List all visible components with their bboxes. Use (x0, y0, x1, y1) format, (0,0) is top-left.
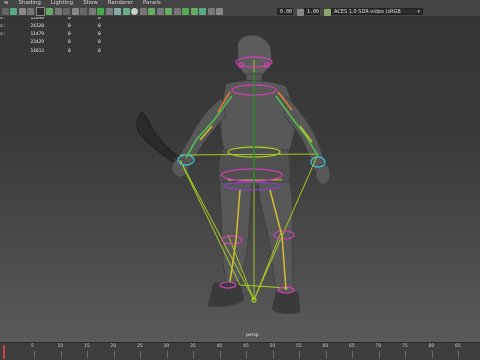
timeline-tick-label: 85 (455, 344, 461, 349)
depth-of-field-icon[interactable] (173, 8, 181, 15)
timeline-tick-label: 20 (110, 344, 117, 349)
timeline-tick (34, 351, 35, 359)
grid-icon[interactable] (35, 7, 45, 16)
timeline-tick (60, 351, 62, 359)
timeline-tick-label: 60 (322, 344, 329, 349)
timeline-tick (378, 351, 380, 359)
menu-item-lighting[interactable]: Lighting (51, 0, 73, 7)
timeline-tick-label: 55 (296, 344, 302, 349)
menu-item-renderer[interactable]: Renderer (108, 0, 133, 7)
timeline-tick-label: 80 (428, 344, 435, 349)
film-gate-icon[interactable] (46, 8, 53, 15)
timeline-tick (325, 351, 327, 359)
gamma-field[interactable]: 1.00 (304, 8, 320, 15)
color-management-dropdown[interactable]: ACES 1.0 SDR-video (sRGB ▾ (331, 8, 423, 15)
xray-joints-icon[interactable] (199, 8, 206, 15)
panel-menu-bar: w Shading Lighting Show Renderer Panels (0, 0, 480, 7)
timeline-tick (166, 351, 168, 359)
color-management-value: ACES 1.0 SDR-video (sRGB (334, 9, 401, 15)
timeline-tick (431, 351, 433, 359)
menu-item-show[interactable]: Show (83, 0, 98, 7)
timeline-tick (246, 351, 247, 359)
resolution-gate-icon[interactable] (54, 8, 62, 15)
lights-icon[interactable] (131, 8, 138, 15)
gamma-icon[interactable] (296, 9, 304, 16)
timeline-tick-label: 45 (243, 344, 249, 349)
view-transform-icon[interactable] (323, 9, 331, 16)
exposure-icon[interactable] (216, 8, 223, 15)
current-frame-marker[interactable] (3, 345, 5, 359)
timeline-tick (405, 351, 406, 359)
timeline-tick-label: 15 (84, 344, 90, 349)
time-slider[interactable]: 5 10 15 20 25 30 35 40 45 50 55 60 65 70 75 80 85 (0, 342, 480, 360)
character-rig[interactable] (0, 17, 480, 342)
shadows-icon[interactable] (139, 8, 147, 15)
exposure-field[interactable]: 0.00 (277, 8, 293, 15)
wireframe-icon[interactable] (97, 8, 104, 15)
character-mesh (171, 33, 331, 314)
timeline-tick (140, 351, 141, 359)
timeline-tick (299, 351, 300, 359)
textured-icon[interactable] (122, 8, 130, 15)
camera-attributes-icon[interactable] (10, 8, 17, 15)
safe-title-icon[interactable] (88, 8, 96, 15)
xray-icon[interactable] (190, 8, 198, 15)
bookmarks-icon[interactable] (18, 8, 26, 15)
timeline-tick-label: 50 (269, 344, 276, 349)
timeline-tick (87, 351, 88, 359)
timeline-tick-label: 65 (349, 344, 355, 349)
timeline-tick (193, 351, 194, 359)
field-chart-icon[interactable] (71, 8, 79, 15)
menu-item-panels[interactable]: Panels (143, 0, 161, 7)
timeline-tick-label: 35 (190, 344, 196, 349)
menu-item-shading[interactable]: Shading (19, 0, 41, 7)
image-plane-icon[interactable] (27, 8, 34, 15)
menu-item-view[interactable]: w (4, 0, 9, 7)
select-camera-icon[interactable] (1, 8, 9, 15)
timeline-tick (458, 351, 459, 359)
anti-aliasing-icon[interactable] (165, 8, 172, 15)
timeline-tick (272, 351, 274, 359)
timeline-tick (352, 351, 353, 359)
timeline-tick (113, 351, 115, 359)
chevron-down-icon: ▾ (417, 9, 420, 15)
smooth-shade-icon[interactable] (105, 8, 113, 15)
gate-mask-icon[interactable] (63, 8, 70, 15)
timeline-tick-label: 10 (57, 344, 64, 349)
timeline-tick-label: 30 (163, 344, 170, 349)
ambient-occlusion-icon[interactable] (148, 8, 155, 15)
timeline-tick-label: 25 (137, 344, 143, 349)
timeline-tick (219, 351, 221, 359)
motion-blur-icon[interactable] (156, 8, 164, 15)
timeline-tick-label: 40 (216, 344, 223, 349)
viewport-3d[interactable]: s: 12649 0 0 s: 24320 0 0 s: 11479 0 0 2… (0, 17, 480, 342)
camera-name-label: persp (246, 333, 259, 338)
isolate-select-icon[interactable] (182, 8, 189, 15)
timeline-tick-label: 5 (31, 344, 34, 349)
timeline-tick-label: 70 (375, 344, 382, 349)
timeline-tick-label: 75 (402, 344, 408, 349)
safe-action-icon[interactable] (80, 8, 87, 15)
wireframe-on-shaded-icon[interactable] (114, 8, 121, 15)
backface-culling-icon[interactable] (207, 8, 215, 15)
